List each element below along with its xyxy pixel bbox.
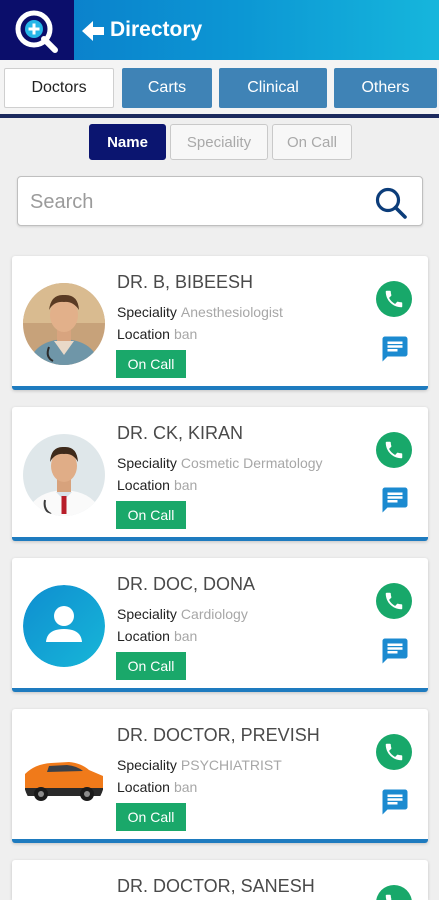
message-icon[interactable] (380, 485, 410, 515)
doctor-name: DR. DOCTOR, SANESH (117, 876, 315, 896)
app-header: Directory (0, 0, 439, 60)
speciality-value: Anesthesiologist (180, 304, 283, 320)
phone-icon (385, 290, 403, 308)
app-logo[interactable] (0, 0, 74, 60)
on-call-badge: On Call (116, 350, 186, 378)
doctor-photo-icon (23, 283, 105, 365)
call-button[interactable] (376, 281, 412, 317)
tabs-divider (0, 114, 439, 118)
doctor-card[interactable]: DR. CK, KIRAN Speciality Cosmetic Dermato… (12, 407, 428, 541)
doctor-avatar (23, 283, 105, 365)
message-icon[interactable] (380, 787, 410, 817)
back-arrow-icon[interactable] (80, 18, 106, 44)
message-icon[interactable] (380, 334, 410, 364)
speciality-label: Speciality (117, 304, 177, 320)
speciality-row: Speciality Cardiology (117, 606, 248, 622)
search-input[interactable] (30, 185, 360, 219)
speciality-value: Cosmetic Dermatology (180, 455, 323, 471)
location-row: Location ban (117, 779, 197, 795)
phone-icon (385, 894, 392, 900)
doctor-avatar (23, 434, 105, 516)
doctor-avatar (23, 736, 105, 818)
search-icon[interactable] (374, 186, 408, 220)
location-row: Location ban (117, 477, 197, 493)
call-button[interactable] (376, 734, 412, 770)
tab-others[interactable]: Others (334, 68, 437, 108)
call-button[interactable] (376, 583, 412, 619)
doctor-card[interactable]: DR. DOCTOR, PREVISH Speciality PSYCHIATRI… (12, 709, 428, 843)
call-button[interactable] (376, 885, 412, 900)
filter-name-button[interactable]: Name (89, 124, 166, 160)
on-call-badge: On Call (116, 501, 186, 529)
speciality-row: Speciality Anesthesiologist (117, 304, 283, 320)
location-label: Location (117, 628, 170, 644)
doctor-card[interactable]: DR. B, BIBEESH Speciality Anesthesiologis… (12, 256, 428, 390)
speciality-value: Cardiology (180, 606, 248, 622)
speciality-value: PSYCHIATRIST (180, 757, 282, 773)
speciality-row: Speciality PSYCHIATRIST (117, 757, 282, 773)
location-value: ban (173, 779, 198, 795)
phone-icon (385, 441, 403, 459)
doctor-name: DR. DOC, DONA (117, 574, 256, 594)
on-call-badge: On Call (116, 803, 186, 831)
directory-logo-icon (15, 10, 58, 53)
location-label: Location (117, 477, 170, 493)
message-icon[interactable] (380, 636, 410, 666)
doctor-name: DR. DOCTOR, PREVISH (117, 725, 320, 745)
phone-icon (385, 592, 403, 610)
speciality-label: Speciality (117, 606, 177, 622)
location-row: Location ban (117, 326, 197, 342)
phone-icon (385, 743, 403, 761)
tab-clinical[interactable]: Clinical (219, 68, 327, 108)
tab-doctors[interactable]: Doctors (4, 68, 114, 108)
category-tabs: Doctors Carts Clinical Others (0, 60, 439, 118)
call-button[interactable] (376, 432, 412, 468)
speciality-label: Speciality (117, 757, 177, 773)
location-row: Location ban (117, 628, 197, 644)
doctor-name: DR. CK, KIRAN (117, 423, 244, 443)
speciality-label: Speciality (117, 455, 177, 471)
speciality-row: Speciality Cosmetic Dermatology (117, 455, 323, 471)
doctor-name: DR. B, BIBEESH (117, 272, 254, 292)
filter-speciality-button[interactable]: Speciality (170, 124, 268, 160)
location-value: ban (173, 477, 198, 493)
location-value: ban (173, 326, 198, 342)
on-call-badge: On Call (116, 652, 186, 680)
car-photo-icon (23, 736, 105, 818)
filter-on-call-button[interactable]: On Call (272, 124, 352, 160)
search-bar (17, 176, 423, 226)
location-label: Location (117, 779, 170, 795)
page-title: Directory (110, 18, 203, 41)
doctor-photo-icon (23, 434, 105, 516)
tab-carts[interactable]: Carts (122, 68, 212, 108)
location-label: Location (117, 326, 170, 342)
default-user-icon (23, 585, 105, 667)
doctor-card[interactable]: DR. DOC, DONA Speciality Cardiology Locat… (12, 558, 428, 692)
doctor-card[interactable]: DR. DOCTOR, SANESH (12, 860, 428, 900)
location-value: ban (173, 628, 198, 644)
doctor-avatar (23, 585, 105, 667)
